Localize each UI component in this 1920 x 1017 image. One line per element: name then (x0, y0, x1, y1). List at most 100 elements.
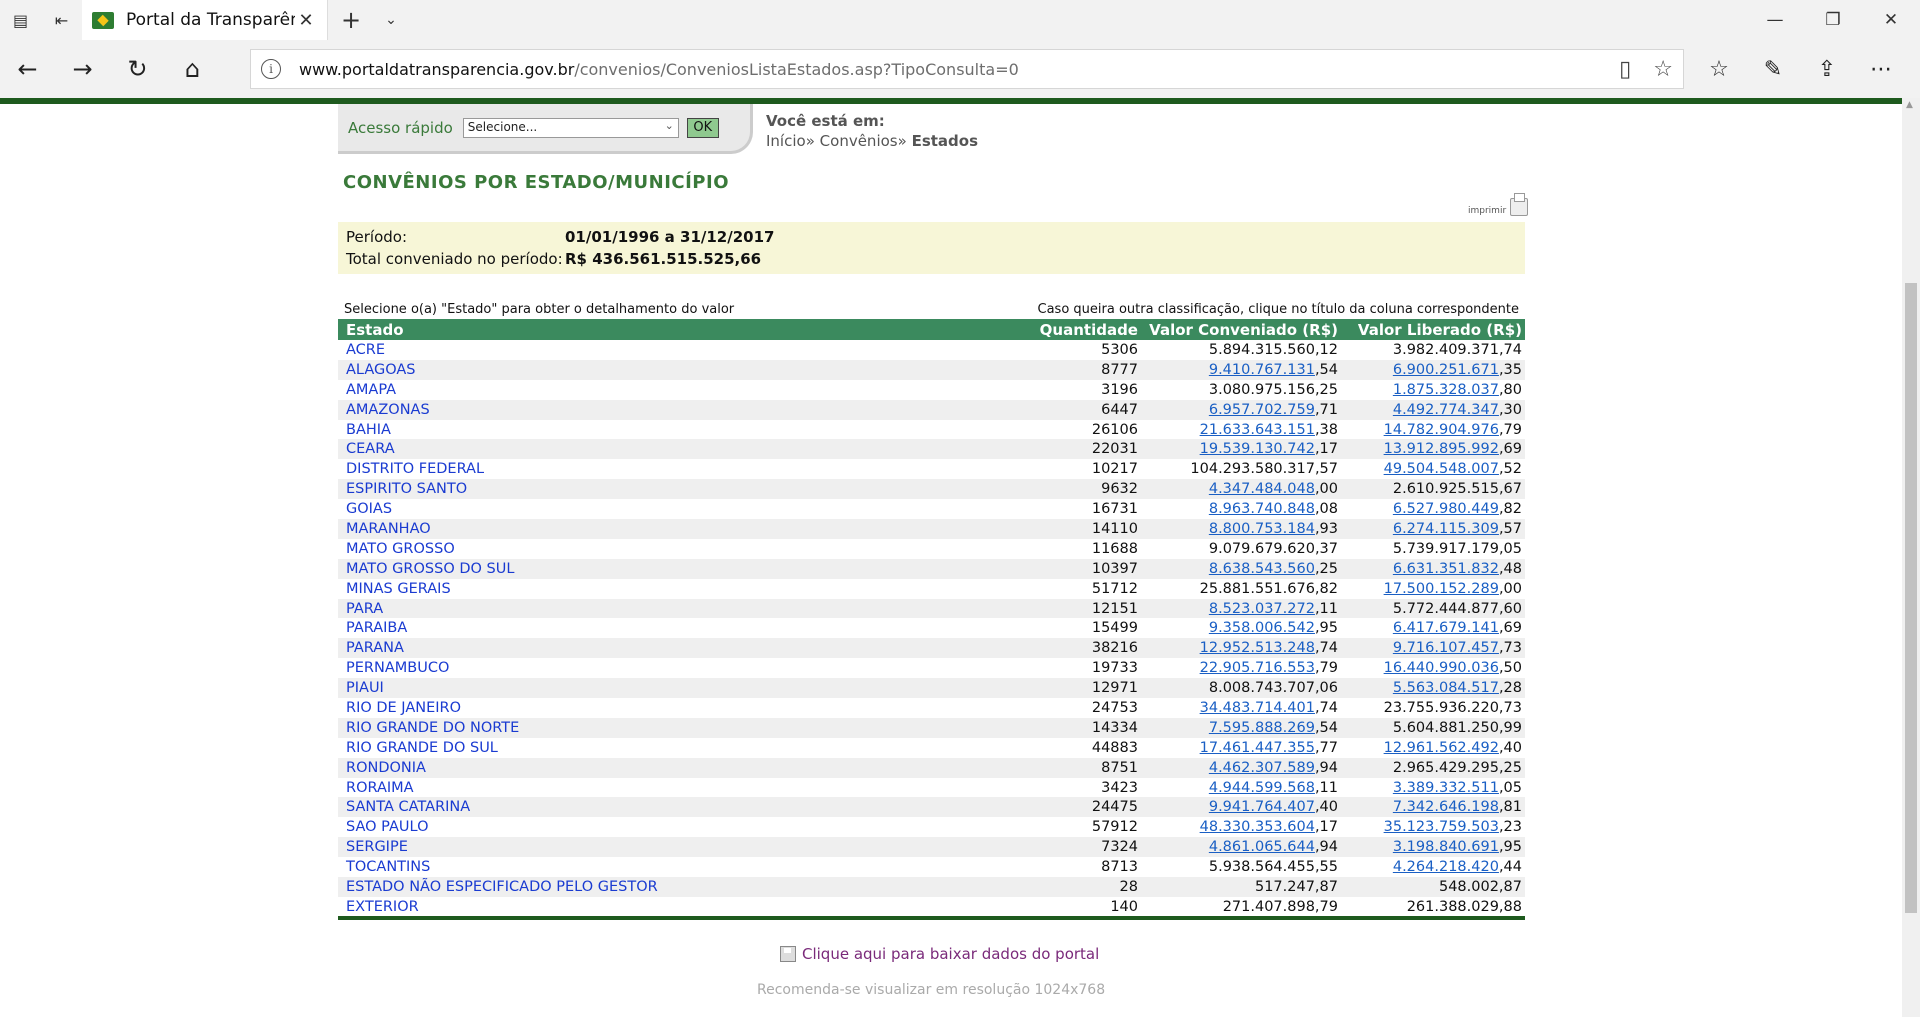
value-link[interactable]: 17.461.447.355 (1200, 740, 1315, 756)
estado-link[interactable]: RIO DE JANEIRO (346, 700, 461, 716)
cell-estado[interactable]: PARANA (338, 638, 978, 658)
estado-link[interactable]: ALAGOAS (346, 362, 416, 378)
cell-valor-conveniado[interactable]: 8.523.037.272,11 (1141, 599, 1341, 619)
forward-icon[interactable]: → (55, 40, 110, 98)
back-tabs-icon[interactable]: ⇤ (41, 0, 82, 40)
value-link[interactable]: 9.358.006.542 (1209, 620, 1315, 636)
cell-estado[interactable]: ALAGOAS (338, 360, 978, 380)
value-link[interactable]: 19.539.130.742 (1200, 441, 1315, 457)
scroll-up-icon[interactable]: ▲ (1906, 100, 1913, 110)
close-icon[interactable]: ✕ (295, 10, 317, 31)
cell-valor-liberado[interactable]: 9.716.107.457,73 (1341, 638, 1525, 658)
estado-link[interactable]: MINAS GERAIS (346, 581, 451, 597)
value-link[interactable]: 4.861.065.644 (1209, 839, 1315, 855)
cell-estado[interactable]: RORAIMA (338, 778, 978, 798)
col-header-valor-conveniado[interactable]: Valor Conveniado (R$) (1141, 319, 1341, 340)
print-link[interactable]: imprimir (1468, 193, 1529, 216)
estado-link[interactable]: PARAIBA (346, 620, 407, 636)
cell-estado[interactable]: AMAPA (338, 380, 978, 400)
cell-estado[interactable]: ACRE (338, 340, 978, 360)
value-link[interactable]: 8.523.037.272 (1209, 601, 1315, 617)
estado-link[interactable]: ESPIRITO SANTO (346, 481, 467, 497)
breadcrumb-convenios[interactable]: Convênios (820, 132, 898, 150)
value-link[interactable]: 12.961.562.492 (1384, 740, 1499, 756)
cell-estado[interactable]: CEARA (338, 439, 978, 459)
cell-valor-liberado[interactable]: 5.563.084.517,28 (1341, 678, 1525, 698)
cell-valor-conveniado[interactable]: 17.461.447.355,77 (1141, 738, 1341, 758)
estado-link[interactable]: DISTRITO FEDERAL (346, 461, 484, 477)
value-link[interactable]: 49.504.548.007 (1384, 461, 1499, 477)
cell-valor-liberado[interactable]: 3.389.332.511,05 (1341, 778, 1525, 798)
maximize-button[interactable]: ❐ (1804, 0, 1862, 40)
cell-estado[interactable]: AMAZONAS (338, 400, 978, 420)
cell-estado[interactable]: GOIAS (338, 499, 978, 519)
estado-link[interactable]: TOCANTINS (346, 859, 430, 875)
reading-view-icon[interactable]: ▯ (1619, 57, 1631, 82)
home-icon[interactable]: ⌂ (165, 40, 220, 98)
cell-valor-conveniado[interactable]: 4.347.484.048,00 (1141, 479, 1341, 499)
ok-button[interactable]: OK (686, 117, 719, 138)
estado-link[interactable]: CEARA (346, 441, 395, 457)
cell-estado[interactable]: SAO PAULO (338, 817, 978, 837)
cell-valor-conveniado[interactable]: 4.861.065.644,94 (1141, 837, 1341, 857)
value-link[interactable]: 13.912.895.992 (1384, 441, 1499, 457)
cell-valor-liberado[interactable]: 49.504.548.007,52 (1341, 459, 1525, 479)
estado-link[interactable]: GOIAS (346, 501, 392, 517)
cell-valor-liberado[interactable]: 6.900.251.671,35 (1341, 360, 1525, 380)
estado-link[interactable]: PARA (346, 601, 383, 617)
value-link[interactable]: 7.342.646.198 (1393, 799, 1499, 815)
cell-estado[interactable]: ESPIRITO SANTO (338, 479, 978, 499)
value-link[interactable]: 3.198.840.691 (1393, 839, 1499, 855)
cell-estado[interactable]: SANTA CATARINA (338, 797, 978, 817)
value-link[interactable]: 17.500.152.289 (1384, 581, 1499, 597)
cell-estado[interactable]: RIO GRANDE DO SUL (338, 738, 978, 758)
cell-valor-conveniado[interactable]: 48.330.353.604,17 (1141, 817, 1341, 837)
cell-estado[interactable]: BAHIA (338, 420, 978, 440)
estado-link[interactable]: RIO GRANDE DO NORTE (346, 720, 519, 736)
estado-link[interactable]: PERNAMBUCO (346, 660, 449, 676)
value-link[interactable]: 1.875.328.037 (1393, 382, 1499, 398)
cell-estado[interactable]: PIAUI (338, 678, 978, 698)
value-link[interactable]: 6.900.251.671 (1393, 362, 1499, 378)
estado-link[interactable]: MATO GROSSO DO SUL (346, 561, 514, 577)
cell-estado[interactable]: RONDONIA (338, 758, 978, 778)
estado-link[interactable]: RIO GRANDE DO SUL (346, 740, 498, 756)
cell-estado[interactable]: RIO DE JANEIRO (338, 698, 978, 718)
value-link[interactable]: 7.595.888.269 (1209, 720, 1315, 736)
cell-valor-liberado[interactable]: 6.417.679.141,69 (1341, 618, 1525, 638)
estado-link[interactable]: ACRE (346, 342, 385, 358)
minimize-button[interactable]: — (1746, 0, 1804, 40)
estado-link[interactable]: RORAIMA (346, 780, 414, 796)
estado-link[interactable]: PARANA (346, 640, 404, 656)
new-tab-icon[interactable]: + (328, 0, 374, 40)
value-link[interactable]: 8.963.740.848 (1209, 501, 1315, 517)
cell-valor-conveniado[interactable]: 12.952.513.248,74 (1141, 638, 1341, 658)
value-link[interactable]: 6.957.702.759 (1209, 402, 1315, 418)
quick-access-select[interactable]: Selecione... ⌄ (462, 117, 679, 138)
breadcrumb-home[interactable]: Início (766, 132, 806, 150)
cell-valor-liberado[interactable]: 4.264.218.420,44 (1341, 857, 1525, 877)
cell-valor-conveniado[interactable]: 9.941.764.407,40 (1141, 797, 1341, 817)
share-icon[interactable]: ⇪ (1800, 57, 1854, 82)
cell-valor-conveniado[interactable]: 21.633.643.151,38 (1141, 420, 1341, 440)
cell-valor-conveniado[interactable]: 34.483.714.401,74 (1141, 698, 1341, 718)
cell-valor-conveniado[interactable]: 9.410.767.131,54 (1141, 360, 1341, 380)
cell-estado[interactable]: TOCANTINS (338, 857, 978, 877)
cell-valor-conveniado[interactable]: 4.462.307.589,94 (1141, 758, 1341, 778)
cell-valor-liberado[interactable]: 17.500.152.289,00 (1341, 579, 1525, 599)
info-icon[interactable]: i (261, 59, 281, 79)
favorites-hub-icon[interactable]: ☆ (1692, 57, 1746, 82)
cell-valor-liberado[interactable]: 14.782.904.976,79 (1341, 420, 1525, 440)
value-link[interactable]: 4.492.774.347 (1393, 402, 1499, 418)
value-link[interactable]: 9.941.764.407 (1209, 799, 1315, 815)
cell-estado[interactable]: ESTADO NÃO ESPECIFICADO PELO GESTOR (338, 877, 978, 897)
cell-estado[interactable]: DISTRITO FEDERAL (338, 459, 978, 479)
cell-valor-conveniado[interactable]: 7.595.888.269,54 (1141, 718, 1341, 738)
download-link[interactable]: Clique aqui para baixar dados do portal (780, 945, 1099, 963)
refresh-icon[interactable]: ↻ (110, 40, 165, 98)
cell-valor-liberado[interactable]: 4.492.774.347,30 (1341, 400, 1525, 420)
estado-link[interactable]: RONDONIA (346, 760, 426, 776)
cell-valor-conveniado[interactable]: 19.539.130.742,17 (1141, 439, 1341, 459)
value-link[interactable]: 21.633.643.151 (1200, 422, 1315, 438)
estado-link[interactable]: SAO PAULO (346, 819, 428, 835)
